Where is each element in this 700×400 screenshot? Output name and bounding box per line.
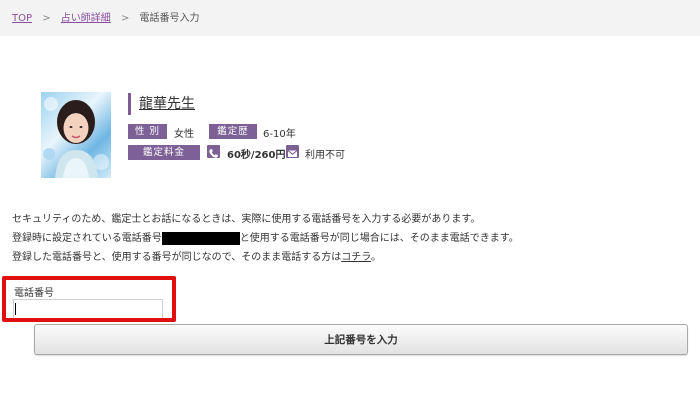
career-value: 6-10年 [263,129,296,140]
fee-tag: 鑑定料金 [128,145,200,160]
breadcrumb-top-link[interactable]: TOP [12,13,32,24]
submit-phone-button[interactable]: 上記番号を入力 [34,324,688,355]
portrait-image [43,97,109,178]
fee-value: 60秒/260円 [227,150,286,161]
gender-value: 女性 [174,129,194,140]
breadcrumb: TOP > 占い師詳細 > 電話番号入力 [12,9,200,24]
breadcrumb-current: 電話番号入力 [139,13,200,24]
fortune-teller-avatar [41,92,111,178]
notice-line-2-end: と使用する電話番号が同じ場合には、そのまま電話できます。 [239,233,519,244]
breadcrumb-separator: > [42,13,51,24]
mail-availability: 利用不可 [305,150,345,161]
breadcrumb-separator: > [120,13,130,24]
breadcrumb-detail-link[interactable]: 占い師詳細 [61,13,111,24]
phone-icon [207,145,220,158]
notice-line-3: 登録した電話番号と、使用する番号が同じなので、そのまま電話する方はコチラ。 [12,248,381,263]
call-directly-link[interactable]: コチラ [341,252,371,263]
fortune-teller-name-block: 龍華先生 [128,93,195,115]
submit-phone-button-label: 上記番号を入力 [324,334,398,346]
redacted-phone-number [161,231,240,245]
gender-tag: 性 別 [128,124,167,139]
notice-line-2-start: 登録時に設定されている電話番号 [12,233,162,244]
career-tag: 鑑定歴 [209,124,257,139]
notice-line-3-start: 登録した電話番号と、使用する番号が同じなので、そのまま電話する方は [12,252,342,263]
notice-line-3-end: 。 [371,252,382,263]
highlight-box [2,276,176,322]
mail-icon [286,145,299,158]
notice-line-2: 登録時に設定されている電話番号 と使用する電話番号が同じ場合には、そのまま電話でき… [12,229,519,245]
notice-line-1: セキュリティのため、鑑定士とお話になるときは、実際に使用する電話番号を入力する必… [12,214,481,225]
fortune-teller-name[interactable]: 龍華先生 [139,96,195,112]
